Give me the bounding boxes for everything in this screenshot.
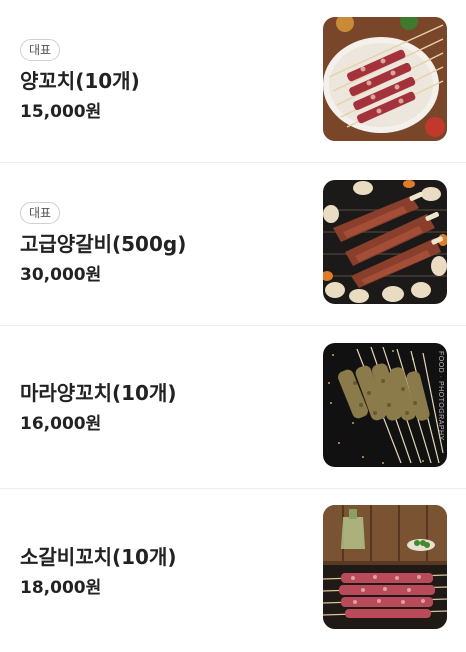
image-watermark: FOOD · PHOTOGRAPHY: [437, 351, 444, 441]
menu-item-beef-rib-skewers[interactable]: 소갈비꼬치(10개) 18,000원: [0, 489, 466, 652]
menu-item-info: 마라양꼬치(10개) 16,000원: [20, 326, 300, 488]
menu-item-premium-lamb-ribs[interactable]: 대표 고급양갈비(500g) 30,000원: [0, 163, 466, 326]
menu-item-info: 대표 양꼬치(10개) 15,000원: [20, 0, 300, 162]
menu-item-name: 소갈비꼬치(10개): [20, 544, 177, 569]
menu-item-price: 30,000원: [20, 265, 102, 285]
menu-item-price: 18,000원: [20, 577, 102, 598]
lamb-ribs-photo: [323, 180, 447, 304]
menu-item-name: 양꼬치(10개): [20, 69, 140, 93]
beef-rib-skewers-photo: [323, 505, 447, 629]
signature-badge: 대표: [20, 202, 61, 224]
menu-list: 대표 양꼬치(10개) 15,000원 대표 고급양갈비(500g) 30,00…: [0, 0, 466, 644]
menu-item-info: 소갈비꼬치(10개) 18,000원: [20, 489, 300, 652]
menu-item-name: 고급양갈비(500g): [20, 232, 187, 256]
mala-lamb-skewers-photo: FOOD · PHOTOGRAPHY: [323, 343, 447, 467]
menu-item-price: 15,000원: [20, 102, 102, 122]
menu-item-lamb-skewers[interactable]: 대표 양꼬치(10개) 15,000원: [0, 0, 466, 163]
menu-item-mala-lamb-skewers[interactable]: 마라양꼬치(10개) 16,000원 FOOD · PHOTOGRAPHY: [0, 326, 466, 489]
signature-badge: 대표: [20, 39, 61, 61]
menu-item-name: 마라양꼬치(10개): [20, 381, 177, 405]
lamb-skewers-photo: [323, 17, 447, 141]
menu-item-info: 대표 고급양갈비(500g) 30,000원: [20, 163, 300, 325]
menu-item-price: 16,000원: [20, 414, 102, 434]
